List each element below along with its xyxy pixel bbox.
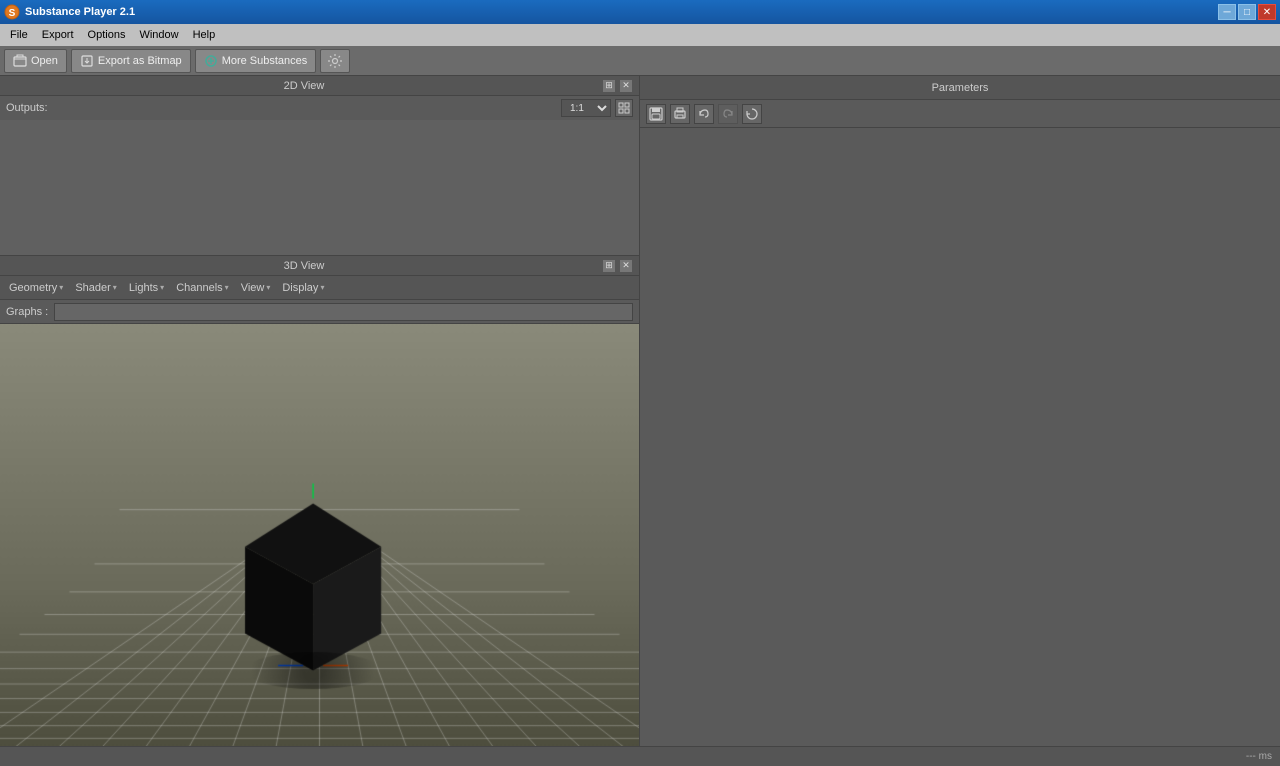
- view2d-title: 2D View: [6, 80, 602, 92]
- close-button[interactable]: ✕: [1258, 4, 1276, 20]
- menu-item-help[interactable]: Help: [187, 27, 222, 43]
- menu-item-window[interactable]: Window: [133, 27, 184, 43]
- params-content: [640, 128, 1280, 766]
- toolbar: Open Export as Bitmap More Substances: [0, 46, 1280, 76]
- view3d-title: 3D View: [6, 260, 602, 272]
- params-titlebar: Parameters: [640, 76, 1280, 100]
- view2d-pin-button[interactable]: ⊞: [602, 79, 616, 93]
- params-refresh-button[interactable]: [742, 104, 762, 124]
- viewport-canvas: [0, 324, 639, 766]
- view2d-panel: 2D View ⊞ ✕ Outputs: 1:1 1:2 2:1: [0, 76, 639, 256]
- view3d-menubar: Geometry▾Shader▾Lights▾Channels▾View▾Dis…: [0, 276, 639, 300]
- more-substances-button[interactable]: More Substances: [195, 49, 317, 73]
- right-panel: Parameters: [640, 76, 1280, 766]
- menubar: FileExportOptionsWindowHelp: [0, 24, 1280, 46]
- view2d-titlebar: 2D View ⊞ ✕: [0, 76, 639, 96]
- settings-button[interactable]: [320, 49, 350, 73]
- fit-view-button[interactable]: [615, 99, 633, 117]
- substances-icon: [204, 54, 218, 68]
- menu-item-file[interactable]: File: [4, 27, 34, 43]
- view3d-controls-right: ⊞ ✕: [602, 259, 633, 273]
- restore-button[interactable]: □: [1238, 4, 1256, 20]
- view3d-menu-channels[interactable]: Channels▾: [171, 280, 234, 296]
- menu-item-options[interactable]: Options: [82, 27, 132, 43]
- view3d-pin-button[interactable]: ⊞: [602, 259, 616, 273]
- menu-item-export[interactable]: Export: [36, 27, 80, 43]
- view3d-close-button[interactable]: ✕: [619, 259, 633, 273]
- view2d-close-button[interactable]: ✕: [619, 79, 633, 93]
- view2d-controls-right: ⊞ ✕: [602, 79, 633, 93]
- view2d-toolbar: Outputs: 1:1 1:2 2:1: [0, 96, 639, 120]
- open-icon: [13, 54, 27, 68]
- params-toolbar: [640, 100, 1280, 128]
- app-icon: S: [4, 4, 20, 20]
- 3d-viewport[interactable]: [0, 324, 639, 766]
- view3d-menu-view[interactable]: View▾: [236, 280, 276, 296]
- minimize-button[interactable]: ─: [1218, 4, 1236, 20]
- export-bitmap-button[interactable]: Export as Bitmap: [71, 49, 191, 73]
- params-save-button[interactable]: [646, 104, 666, 124]
- params-print-button[interactable]: [670, 104, 690, 124]
- export-icon: [80, 54, 94, 68]
- params-redo-button[interactable]: [718, 104, 738, 124]
- view3d-titlebar: 3D View ⊞ ✕: [0, 256, 639, 276]
- view3d-menu-geometry[interactable]: Geometry▾: [4, 280, 68, 296]
- graphs-label: Graphs :: [6, 306, 48, 318]
- view2d-content: [0, 120, 639, 255]
- status-text: --- ms: [1246, 751, 1272, 762]
- statusbar: --- ms: [0, 746, 1280, 766]
- titlebar-controls: ─ □ ✕: [1218, 4, 1276, 20]
- params-title: Parameters: [646, 82, 1274, 94]
- app-title: Substance Player 2.1: [25, 6, 135, 18]
- open-button[interactable]: Open: [4, 49, 67, 73]
- left-panel: 2D View ⊞ ✕ Outputs: 1:1 1:2 2:1: [0, 76, 640, 766]
- view3d-menu-lights[interactable]: Lights▾: [124, 280, 169, 296]
- view3d-panel: 3D View ⊞ ✕ Geometry▾Shader▾Lights▾Chann…: [0, 256, 639, 766]
- titlebar-left: S Substance Player 2.1: [4, 4, 135, 20]
- outputs-label: Outputs:: [6, 102, 48, 114]
- view3d-menu-shader[interactable]: Shader▾: [70, 280, 122, 296]
- titlebar: S Substance Player 2.1 ─ □ ✕: [0, 0, 1280, 24]
- svg-text:S: S: [9, 8, 16, 19]
- params-undo-button[interactable]: [694, 104, 714, 124]
- zoom-select[interactable]: 1:1 1:2 2:1: [561, 99, 611, 117]
- view3d-menu-display[interactable]: Display▾: [277, 280, 329, 296]
- graphs-dropdown[interactable]: [54, 303, 633, 321]
- gear-icon: [327, 53, 343, 69]
- main-layout: 2D View ⊞ ✕ Outputs: 1:1 1:2 2:1: [0, 76, 1280, 766]
- view3d-graphs: Graphs :: [0, 300, 639, 324]
